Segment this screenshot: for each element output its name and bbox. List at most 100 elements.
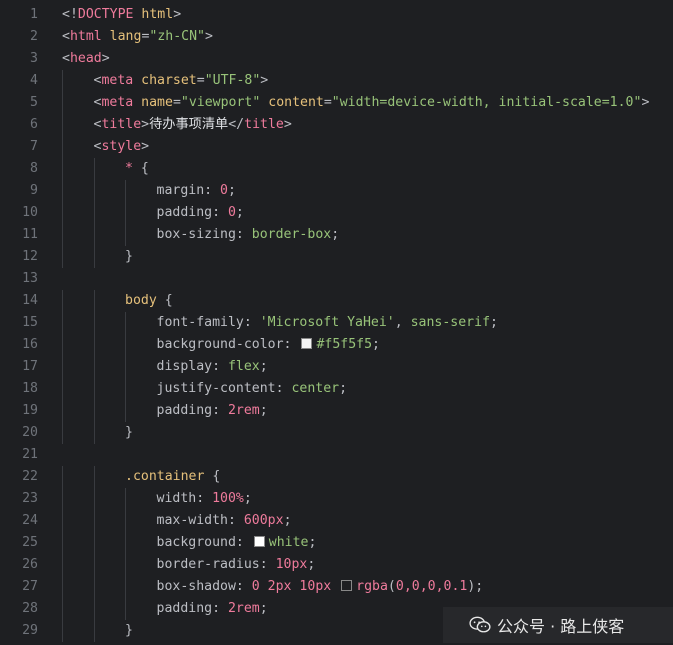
code-token: style — [101, 139, 142, 154]
indent-guide — [62, 136, 63, 158]
code-line[interactable]: 5 <meta name="viewport" content="width=de… — [0, 92, 673, 114]
indent-guide — [125, 202, 126, 224]
code-line[interactable]: 11 box-sizing: border-box; — [0, 224, 673, 246]
indent-guide — [93, 510, 95, 532]
code-token: charset — [141, 73, 197, 88]
line-number: 20 — [22, 425, 38, 440]
indent-guide — [93, 312, 95, 334]
code-line[interactable]: 15 font-family: 'Microsoft YaHei', sans-s… — [0, 312, 673, 334]
code-token: > — [204, 29, 213, 44]
wechat-icon — [469, 616, 491, 633]
code-text: padding: 2rem; — [38, 400, 268, 422]
code-token: : — [212, 205, 228, 220]
code-line[interactable]: 10 padding: 0; — [0, 202, 673, 224]
indent-guide — [93, 422, 95, 444]
code-token: "UTF-8" — [204, 73, 261, 88]
code-line[interactable]: 3 <head> — [0, 48, 673, 70]
code-line[interactable]: 23 width: 100%; — [0, 488, 673, 510]
code-token: 待办事项清单 — [149, 117, 229, 132]
code-token: = — [196, 73, 205, 88]
code-line[interactable]: 24 max-width: 600px; — [0, 510, 673, 532]
code-token: html — [69, 29, 102, 44]
code-line[interactable]: 12} — [0, 246, 673, 268]
code-token: head — [69, 51, 102, 66]
code-token: * — [125, 161, 133, 176]
indent-guide — [93, 554, 95, 576]
indent-guide — [125, 488, 126, 510]
line-number: 19 — [22, 403, 38, 418]
code-line[interactable]: 6 <title>待办事项清单</title> — [0, 114, 673, 136]
code-token: ; — [283, 513, 292, 528]
code-text: width: 100%; — [38, 488, 252, 510]
code-token: max-width — [156, 513, 228, 528]
indent-guide — [93, 400, 95, 422]
code-line[interactable]: 7 <style> — [0, 136, 673, 158]
line-number: 10 — [22, 205, 38, 220]
code-line[interactable]: 22 .container { — [0, 466, 673, 488]
code-token: > — [141, 139, 150, 154]
code-token: sans-serif — [410, 315, 491, 330]
code-text: <title>待办事项清单</title> — [38, 114, 292, 136]
code-line[interactable]: 19 padding: 2rem; — [0, 400, 673, 422]
code-token: justify-content — [156, 381, 276, 396]
code-token: : — [212, 359, 228, 374]
code-text: background: white; — [38, 532, 316, 554]
code-token: padding — [156, 601, 213, 616]
code-token: < — [62, 51, 70, 66]
code-line[interactable]: 20} — [0, 422, 673, 444]
indent-guide — [62, 598, 63, 620]
code-token: > — [283, 117, 292, 132]
line-number: 24 — [22, 513, 38, 528]
indent-guide — [93, 488, 95, 510]
line-number: 17 — [22, 359, 38, 374]
code-line[interactable]: 25 background: white; — [0, 532, 673, 554]
code-line[interactable]: 16 background-color: #f5f5f5; — [0, 334, 673, 356]
indent-guide — [93, 202, 95, 224]
indent-guide — [125, 532, 126, 554]
code-token: > — [641, 95, 650, 110]
code-text: padding: 0; — [38, 202, 244, 224]
code-line[interactable]: 21 — [0, 444, 673, 466]
code-token: 0 — [227, 205, 236, 220]
code-text: background-color: #f5f5f5; — [38, 334, 380, 356]
line-number: 22 — [22, 469, 38, 484]
code-token: > — [101, 51, 110, 66]
code-line[interactable]: 2 <html lang="zh-CN"> — [0, 26, 673, 48]
code-editor[interactable]: 1 <!DOCTYPE html> 2 <html lang="zh-CN"> 3 <he… — [0, 0, 673, 645]
code-token: rgba — [356, 579, 388, 594]
indent-guide — [62, 246, 63, 268]
code-line[interactable]: 17 display: flex; — [0, 356, 673, 378]
code-token: ; — [259, 403, 268, 418]
color-swatch — [253, 536, 265, 547]
code-token: : — [283, 337, 300, 352]
indent-guide — [125, 576, 126, 598]
code-line[interactable]: 1 <!DOCTYPE html> — [0, 4, 673, 26]
code-token: border-radius — [156, 557, 260, 572]
watermark: 公众号 · 路上侠客 — [443, 607, 673, 643]
code-line[interactable]: 26 border-radius: 10px; — [0, 554, 673, 576]
code-text: <style> — [38, 136, 149, 158]
code-token: "width=device-width, initial-scale=1.0" — [331, 95, 642, 110]
code-line[interactable]: 4 <meta charset="UTF-8"> — [0, 70, 673, 92]
code-line[interactable]: 18 justify-content: center; — [0, 378, 673, 400]
line-number: 29 — [22, 623, 38, 638]
code-token: name — [141, 95, 173, 110]
line-number: 15 — [22, 315, 38, 330]
code-token: padding — [156, 205, 213, 220]
code-line[interactable]: 27 box-shadow: 0 2px 10px rgba(0,0,0,0.1)… — [0, 576, 673, 598]
indent-guide — [125, 356, 126, 378]
indent-guide — [93, 466, 95, 488]
code-line[interactable]: 8 * { — [0, 158, 673, 180]
code-token: 0,0,0,0.1 — [395, 579, 468, 594]
code-token: ; — [490, 315, 498, 330]
code-line[interactable]: 14 body { — [0, 290, 673, 312]
line-number: 4 — [30, 73, 38, 88]
indent-guide — [93, 356, 95, 378]
code-token: white — [268, 535, 309, 550]
code-token: #f5f5f5 — [316, 337, 373, 352]
code-line[interactable]: 13 — [0, 268, 673, 290]
code-token: ; — [308, 535, 317, 550]
code-token: lang — [109, 29, 142, 44]
indent-guide — [125, 334, 126, 356]
code-line[interactable]: 9 margin: 0; — [0, 180, 673, 202]
